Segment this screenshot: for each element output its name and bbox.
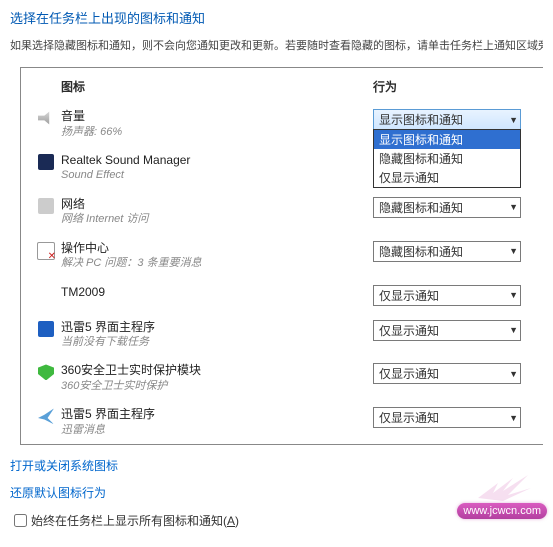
table-row: TM2009 仅显示通知 ▼ [31, 285, 543, 306]
combobox-value: 仅显示通知 [379, 287, 439, 304]
combobox-value: 仅显示通知 [379, 322, 439, 339]
page-subtitle: 如果选择隐藏图标和通知，则不会向您通知更改和更新。若要随时查看隐藏的图标，请单击… [10, 37, 543, 53]
col-header-action: 行为 [373, 78, 543, 95]
page-title: 选择在任务栏上出现的图标和通知 [10, 8, 543, 27]
chevron-down-icon: ▼ [509, 413, 518, 423]
link-restore-defaults[interactable]: 还原默认图标行为 [10, 486, 106, 500]
item-title: 迅雷5 界面主程序 [61, 320, 373, 336]
table-row: 音量扬声器: 66%显示图标和通知▼显示图标和通知隐藏图标和通知仅显示通知 [31, 109, 543, 139]
combobox-value: 仅显示通知 [379, 365, 439, 382]
table-row: 迅雷5 界面主程序迅雷消息仅显示通知 ▼ [31, 407, 543, 437]
chevron-down-icon: ▼ [509, 115, 518, 125]
chevron-down-icon: ▼ [509, 246, 518, 256]
always-show-checkbox[interactable] [14, 514, 27, 527]
bird-icon [38, 408, 54, 424]
icon-settings-panel: 图标 行为 音量扬声器: 66%显示图标和通知▼显示图标和通知隐藏图标和通知仅显… [20, 67, 543, 445]
dropdown-option[interactable]: 显示图标和通知 [374, 130, 520, 149]
behavior-combobox[interactable]: 隐藏图标和通知 ▼ [373, 197, 521, 218]
table-row: 360安全卫士实时保护模块360安全卫士实时保护仅显示通知 ▼ [31, 363, 543, 393]
behavior-combobox[interactable]: 隐藏图标和通知 ▼ [373, 241, 521, 262]
dropdown-option[interactable]: 仅显示通知 [374, 168, 520, 187]
item-subtitle: 解决 PC 问题：3 条重要消息 [61, 256, 373, 270]
chevron-down-icon: ▼ [509, 290, 518, 300]
item-title: TM2009 [61, 285, 373, 301]
always-show-label: 始终在任务栏上显示所有图标和通知(A) [31, 512, 239, 529]
item-subtitle: 迅雷消息 [61, 423, 373, 437]
item-subtitle: 网络 Internet 访问 [61, 212, 373, 226]
item-title: 操作中心 [61, 241, 373, 257]
combobox-value: 显示图标和通知 [379, 111, 463, 128]
link-system-icons[interactable]: 打开或关闭系统图标 [10, 459, 118, 473]
item-title: 网络 [61, 197, 373, 213]
item-subtitle: 360安全卫士实时保护 [61, 379, 373, 393]
item-title: 音量 [61, 109, 373, 125]
behavior-combobox[interactable]: 仅显示通知 ▼ [373, 285, 521, 306]
chevron-down-icon: ▼ [509, 325, 518, 335]
network-icon [38, 198, 54, 214]
xl-icon [38, 321, 54, 337]
bottom-links: 打开或关闭系统图标 还原默认图标行为 [10, 457, 543, 501]
combobox-value: 隐藏图标和通知 [379, 243, 463, 260]
combobox-value: 仅显示通知 [379, 409, 439, 426]
dropdown-option[interactable]: 隐藏图标和通知 [374, 149, 520, 168]
item-subtitle: 扬声器: 66% [61, 125, 373, 139]
item-title: 360安全卫士实时保护模块 [61, 363, 373, 379]
behavior-dropdown[interactable]: 显示图标和通知隐藏图标和通知仅显示通知 [373, 129, 521, 188]
item-title: Realtek Sound Manager [61, 153, 373, 169]
item-subtitle: 当前没有下载任务 [61, 335, 373, 349]
always-show-row: 始终在任务栏上显示所有图标和通知(A) [10, 511, 543, 530]
chevron-down-icon: ▼ [509, 202, 518, 212]
behavior-combobox[interactable]: 显示图标和通知 ▼ [373, 109, 521, 130]
behavior-combobox[interactable]: 仅显示通知 ▼ [373, 363, 521, 384]
table-row: 操作中心解决 PC 问题：3 条重要消息隐藏图标和通知 ▼ [31, 241, 543, 271]
realtek-icon [38, 154, 54, 170]
combobox-value: 隐藏图标和通知 [379, 199, 463, 216]
chevron-down-icon: ▼ [509, 369, 518, 379]
speaker-icon [38, 110, 54, 126]
behavior-combobox[interactable]: 仅显示通知 ▼ [373, 407, 521, 428]
table-row: 网络网络 Internet 访问隐藏图标和通知 ▼ [31, 197, 543, 227]
column-headers: 图标 行为 [31, 78, 543, 95]
item-subtitle: Sound Effect [61, 168, 373, 182]
shield-icon [38, 364, 54, 380]
col-header-icon: 图标 [61, 78, 373, 95]
table-row: 迅雷5 界面主程序当前没有下载任务仅显示通知 ▼ [31, 320, 543, 350]
flag-icon [37, 242, 55, 260]
item-title: 迅雷5 界面主程序 [61, 407, 373, 423]
behavior-combobox[interactable]: 仅显示通知 ▼ [373, 320, 521, 341]
